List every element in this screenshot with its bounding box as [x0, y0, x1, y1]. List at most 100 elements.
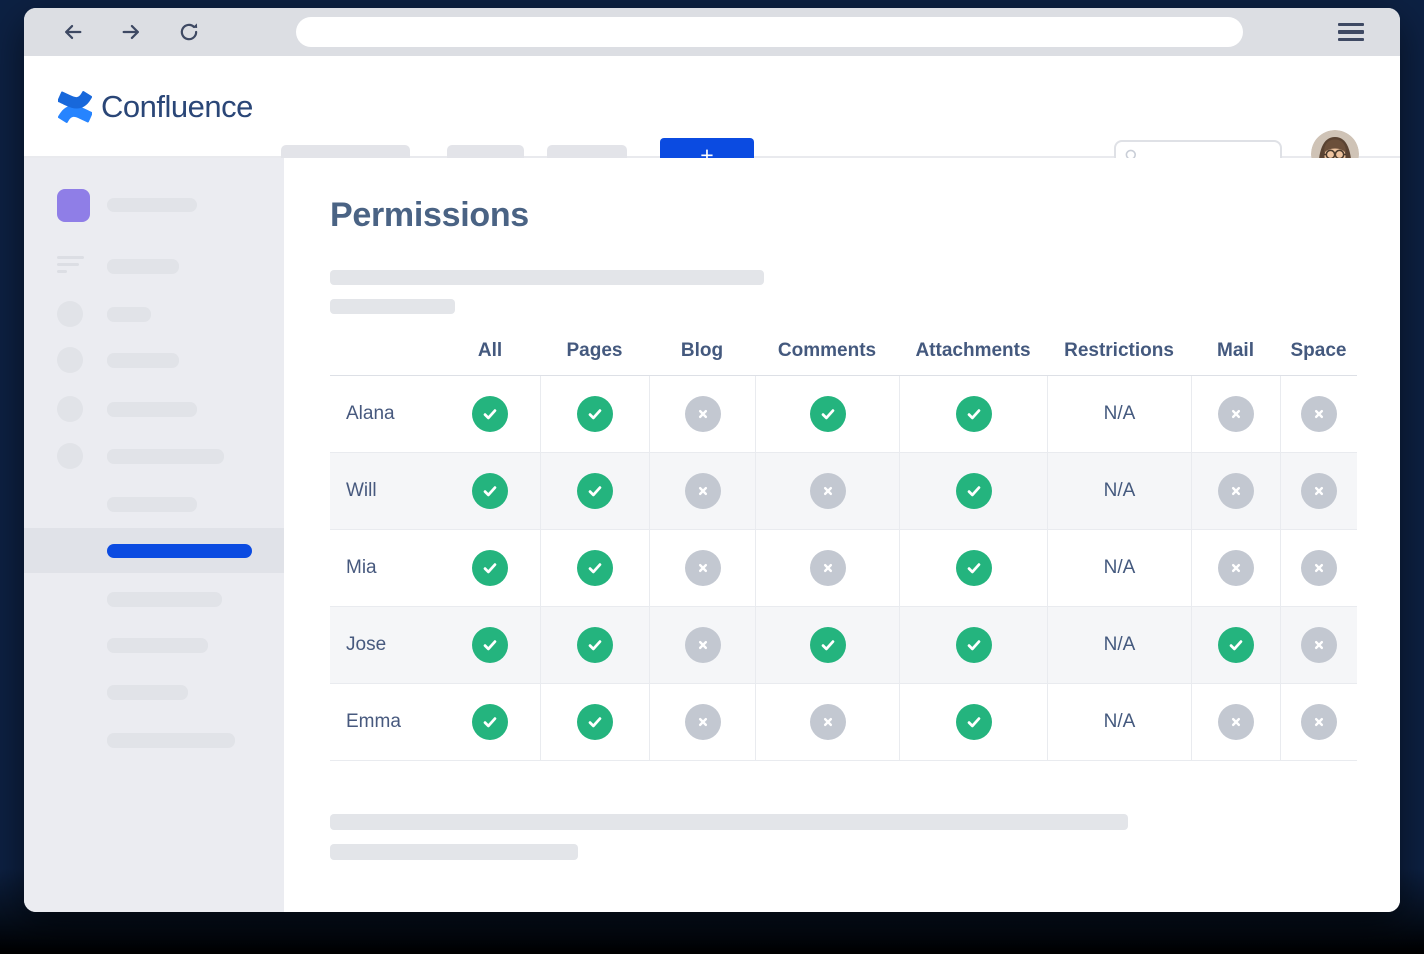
- permission-granted-icon[interactable]: [577, 396, 613, 432]
- brand-wordmark: Confluence: [101, 89, 253, 125]
- text-placeholder: [330, 844, 578, 860]
- permission-denied-icon[interactable]: [810, 704, 846, 740]
- permission-cell: N/A: [1047, 376, 1191, 452]
- permission-cell: [1280, 684, 1357, 760]
- permission-cell: [899, 530, 1047, 606]
- text-placeholder: [330, 814, 1128, 830]
- permission-denied-icon[interactable]: [1218, 704, 1254, 740]
- permission-granted-icon[interactable]: [577, 704, 613, 740]
- sidebar-item-placeholder[interactable]: [107, 592, 222, 607]
- sidebar-item-placeholder[interactable]: [107, 198, 197, 212]
- table-row: Emma N/A: [330, 684, 1357, 761]
- sidebar-item-placeholder[interactable]: [107, 402, 197, 417]
- na-label: N/A: [1104, 634, 1136, 656]
- permission-cell: [1280, 607, 1357, 683]
- permission-cell: [1280, 453, 1357, 529]
- permission-cell: [755, 376, 899, 452]
- permission-granted-icon[interactable]: [577, 550, 613, 586]
- browser-window: Confluence +: [24, 8, 1400, 912]
- permission-granted-icon[interactable]: [577, 627, 613, 663]
- permission-cell: [440, 684, 540, 760]
- permission-denied-icon[interactable]: [685, 396, 721, 432]
- text-placeholder: [330, 299, 455, 314]
- permission-granted-icon[interactable]: [810, 627, 846, 663]
- arrow-right-icon: [120, 21, 142, 43]
- permission-denied-icon[interactable]: [685, 627, 721, 663]
- sidebar-item-placeholder[interactable]: [107, 685, 188, 700]
- text-placeholder: [330, 270, 764, 285]
- row-name: Jose: [330, 607, 440, 683]
- na-label: N/A: [1104, 480, 1136, 502]
- sidebar-item-placeholder[interactable]: [107, 353, 179, 368]
- permission-denied-icon[interactable]: [1301, 550, 1337, 586]
- permission-granted-icon[interactable]: [956, 627, 992, 663]
- row-name: Alana: [330, 376, 440, 452]
- browser-menu-button[interactable]: [1336, 17, 1366, 47]
- column-header-restrictions: Restrictions: [1047, 340, 1191, 362]
- permission-granted-icon[interactable]: [472, 627, 508, 663]
- permission-cell: [649, 607, 755, 683]
- row-name: Will: [330, 453, 440, 529]
- permission-denied-icon[interactable]: [1301, 627, 1337, 663]
- permission-cell: [649, 376, 755, 452]
- permission-denied-icon[interactable]: [685, 473, 721, 509]
- permission-granted-icon[interactable]: [577, 473, 613, 509]
- permission-granted-icon[interactable]: [472, 396, 508, 432]
- permission-granted-icon[interactable]: [810, 396, 846, 432]
- permission-cell: N/A: [1047, 684, 1191, 760]
- permission-granted-icon[interactable]: [956, 550, 992, 586]
- space-avatar-icon[interactable]: [57, 189, 90, 222]
- main-content: Permissions AllPagesBlogCommentsAttachme…: [284, 158, 1400, 912]
- url-bar[interactable]: [296, 17, 1243, 47]
- sidebar-item-permissions-active[interactable]: [24, 528, 284, 573]
- permission-granted-icon[interactable]: [956, 704, 992, 740]
- permission-granted-icon[interactable]: [472, 704, 508, 740]
- permission-granted-icon[interactable]: [1218, 627, 1254, 663]
- permission-cell: [440, 530, 540, 606]
- permission-denied-icon[interactable]: [1218, 550, 1254, 586]
- permission-denied-icon[interactable]: [810, 473, 846, 509]
- refresh-button[interactable]: [174, 17, 204, 47]
- sidebar-item-placeholder[interactable]: [107, 638, 208, 653]
- permission-denied-icon[interactable]: [685, 550, 721, 586]
- permission-granted-icon[interactable]: [472, 550, 508, 586]
- permission-cell: [899, 376, 1047, 452]
- permission-cell: [755, 684, 899, 760]
- permission-cell: [755, 453, 899, 529]
- sidebar-item-placeholder[interactable]: [107, 497, 197, 512]
- permission-denied-icon[interactable]: [810, 550, 846, 586]
- permission-cell: [649, 453, 755, 529]
- permission-cell: [440, 376, 540, 452]
- permission-cell: [540, 530, 649, 606]
- na-label: N/A: [1104, 711, 1136, 733]
- menu-icon: [1338, 23, 1364, 26]
- permission-granted-icon[interactable]: [956, 473, 992, 509]
- sidebar-bullet-icon: [57, 347, 83, 373]
- confluence-logo[interactable]: Confluence: [58, 89, 253, 125]
- sidebar-item-placeholder[interactable]: [107, 259, 179, 274]
- permission-granted-icon[interactable]: [472, 473, 508, 509]
- permission-denied-icon[interactable]: [685, 704, 721, 740]
- active-item-highlight: [107, 544, 252, 558]
- sidebar-item-placeholder[interactable]: [107, 307, 151, 322]
- permission-denied-icon[interactable]: [1301, 396, 1337, 432]
- table-row: Alana N/A: [330, 376, 1357, 453]
- sidebar-item-placeholder[interactable]: [107, 733, 235, 748]
- permission-cell: N/A: [1047, 607, 1191, 683]
- column-header-attachments: Attachments: [899, 340, 1047, 362]
- permission-denied-icon[interactable]: [1218, 473, 1254, 509]
- column-header-space: Space: [1280, 340, 1357, 362]
- sidebar-item-placeholder[interactable]: [107, 449, 224, 464]
- back-button[interactable]: [58, 17, 88, 47]
- permission-cell: [755, 530, 899, 606]
- row-name: Emma: [330, 684, 440, 760]
- row-name: Mia: [330, 530, 440, 606]
- permission-denied-icon[interactable]: [1301, 473, 1337, 509]
- table-row: Jose N/A: [330, 607, 1357, 684]
- permission-denied-icon[interactable]: [1301, 704, 1337, 740]
- menu-icon: [1338, 30, 1364, 33]
- confluence-mark-icon: [58, 90, 92, 124]
- forward-button[interactable]: [116, 17, 146, 47]
- permission-denied-icon[interactable]: [1218, 396, 1254, 432]
- permission-granted-icon[interactable]: [956, 396, 992, 432]
